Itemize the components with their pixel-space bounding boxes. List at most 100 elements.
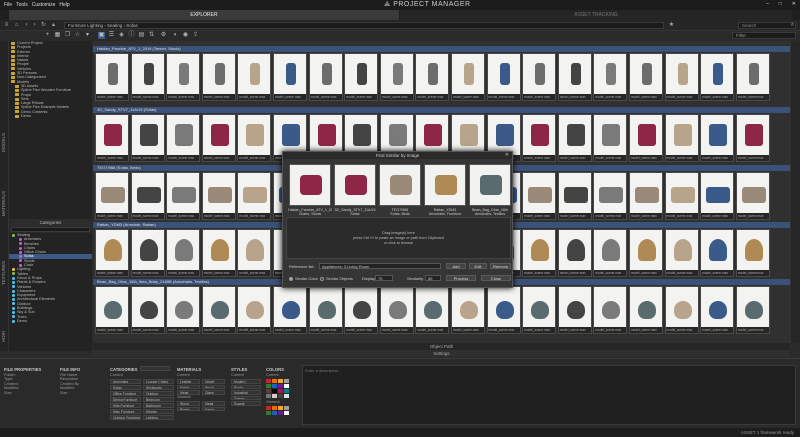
asset-thumbnail[interactable]: model_scene.max bbox=[593, 286, 628, 334]
category-chip[interactable]: Dining Furniture bbox=[110, 397, 141, 402]
object-path-bar[interactable]: Object Path bbox=[93, 343, 790, 350]
color-swatch[interactable] bbox=[266, 406, 271, 410]
vtab-hdri[interactable]: HDRI bbox=[1, 331, 6, 342]
menu-file[interactable]: File bbox=[4, 2, 12, 8]
back-icon[interactable]: ‹ bbox=[23, 22, 30, 29]
similar-objects-radio[interactable] bbox=[320, 277, 324, 281]
export-icon[interactable]: ⇪ bbox=[192, 32, 199, 39]
asset-thumbnail[interactable]: model_scene.max bbox=[166, 53, 201, 101]
folder-up-icon[interactable]: ▴ bbox=[50, 22, 57, 29]
search-icon[interactable]: ⌕ bbox=[789, 22, 796, 29]
asset-thumbnail[interactable]: model_scene.max bbox=[557, 286, 592, 334]
menu-help[interactable]: Help bbox=[59, 2, 69, 8]
asset-thumbnail[interactable]: model_scene.max bbox=[308, 286, 343, 334]
material-chip[interactable]: Glass bbox=[202, 390, 225, 395]
category-chip[interactable]: Bedroom bbox=[143, 397, 174, 402]
asset-thumbnail[interactable]: model_scene.max bbox=[272, 286, 307, 334]
color-swatch[interactable] bbox=[272, 384, 277, 388]
category-chip[interactable]: Outdoor Furniture bbox=[110, 415, 141, 420]
color-swatch[interactable] bbox=[284, 394, 289, 398]
reference-thumbnail[interactable] bbox=[424, 164, 466, 206]
category-chip[interactable]: Armchairs bbox=[110, 379, 141, 384]
maximize-icon[interactable]: □ bbox=[779, 1, 782, 7]
settings-bar[interactable]: Settings bbox=[93, 350, 790, 357]
asset-thumbnail[interactable]: model_scene.max bbox=[735, 53, 770, 101]
asset-thumbnail[interactable]: model_scene.max bbox=[450, 53, 485, 101]
asset-thumbnail[interactable]: model_scene.max bbox=[664, 286, 699, 334]
category-chip[interactable]: Kids Furniture bbox=[110, 403, 141, 408]
asset-thumbnail[interactable]: model_scene.max bbox=[201, 172, 236, 220]
asset-thumbnail[interactable]: model_scene.max bbox=[130, 172, 165, 220]
asset-thumbnail[interactable]: model_scene.max bbox=[237, 229, 272, 277]
asset-thumbnail[interactable]: model_scene.max bbox=[95, 229, 129, 277]
asset-thumbnail[interactable]: model_scene.max bbox=[522, 53, 557, 101]
color-swatch[interactable] bbox=[278, 406, 283, 410]
asset-thumbnail[interactable]: model_scene.max bbox=[700, 53, 735, 101]
asset-thumbnail[interactable]: model_scene.max bbox=[628, 172, 663, 220]
asset-thumbnail[interactable]: model_scene.max bbox=[522, 286, 557, 334]
material-chip[interactable]: Leather bbox=[177, 379, 200, 384]
asset-thumbnail[interactable]: model_scene.max bbox=[130, 53, 165, 101]
info-icon[interactable]: ⓘ bbox=[128, 32, 135, 39]
filter-icon[interactable]: ▾ bbox=[84, 32, 91, 39]
asset-thumbnail[interactable]: model_scene.max bbox=[379, 53, 414, 101]
process-button[interactable]: Process bbox=[446, 275, 476, 281]
category-chip[interactable]: Misc Furniture bbox=[110, 409, 141, 414]
category-chip[interactable]: Sofas bbox=[110, 385, 141, 390]
vtab-models[interactable]: MODELS bbox=[1, 133, 6, 152]
description-field[interactable]: Enter a description... bbox=[302, 365, 796, 425]
asset-thumbnail[interactable]: model_scene.max bbox=[201, 286, 236, 334]
copy-icon[interactable]: ❐ bbox=[64, 32, 71, 39]
material-chip[interactable]: Fabric bbox=[177, 384, 200, 389]
category-chip[interactable]: Outdoor bbox=[143, 391, 174, 396]
asset-thumbnail[interactable]: model_scene.max bbox=[130, 114, 165, 162]
search-input[interactable]: Search bbox=[738, 22, 796, 29]
asset-thumbnail[interactable]: model_scene.max bbox=[237, 114, 272, 162]
asset-thumbnail[interactable]: model_scene.max bbox=[593, 229, 628, 277]
style-chip[interactable]: Classic bbox=[231, 395, 261, 400]
asset-thumbnail[interactable]: model_scene.max bbox=[664, 53, 699, 101]
asset-thumbnail[interactable]: model_scene.max bbox=[664, 114, 699, 162]
category-chip[interactable]: Office Furniture bbox=[110, 391, 141, 396]
similarity-input[interactable]: 85 bbox=[425, 275, 441, 281]
dialog-close-icon[interactable]: ✕ bbox=[505, 152, 509, 159]
color-swatch[interactable] bbox=[266, 389, 271, 393]
sort-icon[interactable]: ⇅ bbox=[148, 32, 155, 39]
material-general-chip[interactable]: Fabric bbox=[202, 406, 225, 411]
group-header[interactable]: Haldan_Fanchie_ATV_1_2019 (Tanner, Stool… bbox=[93, 46, 790, 52]
asset-thumbnail[interactable]: model_scene.max bbox=[522, 114, 557, 162]
tab-asset-tracking[interactable]: ASSET TRACKING bbox=[400, 10, 792, 20]
asset-thumbnail[interactable]: model_scene.max bbox=[522, 229, 557, 277]
home-icon[interactable]: ⌂ bbox=[13, 22, 20, 29]
color-swatch[interactable] bbox=[272, 406, 277, 410]
category-chip[interactable]: Lighting bbox=[143, 415, 174, 420]
star-icon[interactable]: ☆ bbox=[74, 32, 81, 39]
asset-thumbnail[interactable]: model_scene.max bbox=[557, 172, 592, 220]
asset-thumbnail[interactable]: model_scene.max bbox=[735, 172, 770, 220]
asset-thumbnail[interactable]: model_scene.max bbox=[308, 53, 343, 101]
thumbnail-view-icon[interactable]: ▣ bbox=[98, 32, 105, 39]
camera-icon[interactable]: ◉ bbox=[182, 32, 189, 39]
reference-thumbnail[interactable] bbox=[379, 164, 421, 206]
refresh-icon[interactable]: ↻ bbox=[40, 22, 47, 29]
asset-thumbnail[interactable]: model_scene.max bbox=[201, 53, 236, 101]
bookmark-icon[interactable]: ★ bbox=[668, 22, 675, 29]
color-swatch[interactable] bbox=[266, 411, 271, 415]
asset-thumbnail[interactable]: model_scene.max bbox=[628, 114, 663, 162]
asset-thumbnail[interactable]: model_scene.max bbox=[415, 286, 450, 334]
color-swatch[interactable] bbox=[266, 394, 271, 398]
right-scrollbar[interactable] bbox=[790, 41, 800, 343]
category-search-input[interactable] bbox=[11, 227, 90, 232]
menu-customize[interactable]: Customize bbox=[32, 2, 56, 8]
display-select[interactable]: 75 bbox=[375, 275, 393, 281]
asset-thumbnail[interactable]: model_scene.max bbox=[700, 114, 735, 162]
tree-item[interactable]: Demo bbox=[9, 114, 92, 118]
style-chip[interactable]: Industrial bbox=[231, 390, 261, 395]
menu-icon[interactable]: ≡ bbox=[3, 22, 10, 29]
asset-thumbnail[interactable]: model_scene.max bbox=[700, 172, 735, 220]
asset-thumbnail[interactable]: model_scene.max bbox=[344, 286, 379, 334]
color-swatch[interactable] bbox=[278, 384, 283, 388]
asset-thumbnail[interactable]: model_scene.max bbox=[166, 114, 201, 162]
remove-button[interactable]: Remove bbox=[490, 263, 511, 269]
style-chip[interactable]: Rustic bbox=[231, 384, 261, 389]
